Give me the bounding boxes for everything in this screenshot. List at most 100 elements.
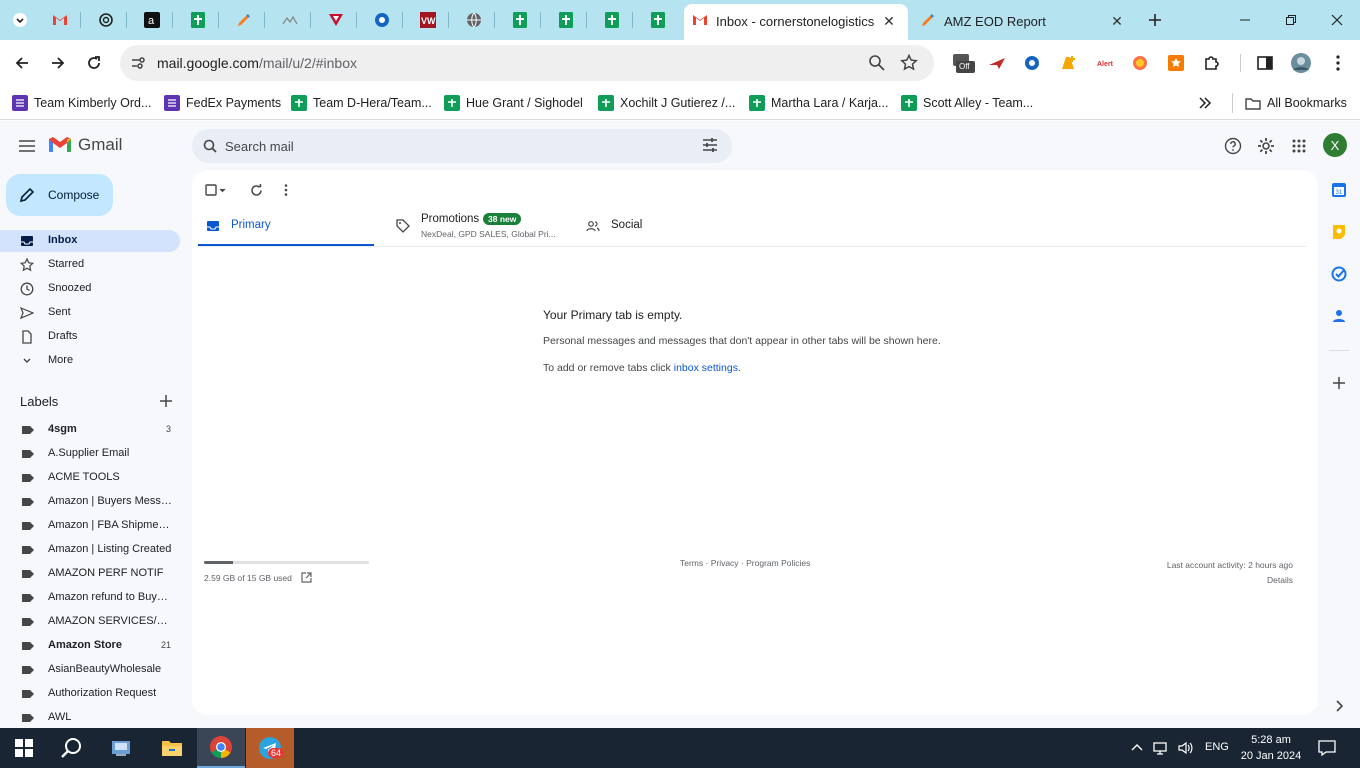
label-item[interactable]: AMAZON SERVICES/PAY... (0, 612, 180, 632)
label-item[interactable]: Amazon | FBA Shipments (0, 516, 180, 536)
nav-inbox[interactable]: Inbox (0, 230, 180, 252)
telegram-taskbar-icon[interactable]: 64 (246, 728, 294, 768)
windows-start-icon[interactable] (0, 728, 48, 768)
bookmark-item[interactable]: Team Kimberly Ord... (12, 93, 151, 113)
show-hidden-icons-chevron-icon[interactable] (1130, 740, 1144, 754)
minimize-window-icon[interactable] (1222, 0, 1268, 40)
network-icon[interactable] (1153, 740, 1169, 756)
extension-off-icon[interactable]: Off (952, 52, 976, 74)
nav-sent[interactable]: Sent (0, 302, 180, 324)
tab-sheets-icon[interactable] (646, 8, 670, 32)
tab-social[interactable]: Social (578, 207, 698, 247)
tab-promotions[interactable]: Promotions 38 new NexDeal, GPD SALES, Gl… (388, 207, 568, 247)
chrome-taskbar-icon[interactable] (197, 728, 245, 768)
keep-icon[interactable] (1330, 223, 1348, 241)
new-tab-plus-icon[interactable] (1143, 8, 1167, 32)
input-language-indicator[interactable]: ENG (1205, 741, 1229, 753)
gmail-logo[interactable]: Gmail (48, 135, 122, 155)
search-icon[interactable] (203, 139, 217, 153)
add-addon-plus-icon[interactable] (1330, 374, 1348, 392)
search-input[interactable]: Search mail (225, 139, 294, 154)
extension-alert-icon[interactable]: Alert (1093, 52, 1115, 74)
search-mail-bar[interactable]: Search mail (192, 129, 732, 163)
close-tab-icon[interactable]: ✕ (1108, 12, 1126, 30)
bookmark-star-icon[interactable] (900, 54, 918, 72)
add-label-plus-icon[interactable] (158, 393, 174, 409)
profile-avatar-icon[interactable] (1290, 52, 1312, 74)
select-checkbox[interactable] (204, 178, 228, 202)
volume-icon[interactable] (1177, 740, 1193, 756)
address-bar[interactable]: mail.google.com/mail/u/2/#inbox (120, 45, 934, 81)
extensions-puzzle-icon[interactable] (1201, 52, 1223, 74)
forward-arrow-icon[interactable] (45, 50, 71, 76)
label-item[interactable]: A.Supplier Email (0, 444, 180, 464)
tab-primary[interactable]: Primary (198, 207, 374, 247)
inbox-settings-link[interactable]: inbox settings (674, 362, 738, 374)
label-item[interactable]: 4sgm 3 (0, 420, 180, 440)
label-item[interactable]: Amazon refund to Buyers (0, 588, 180, 608)
notifications-icon[interactable] (1318, 739, 1336, 757)
active-tab-gmail[interactable]: Inbox - cornerstonelogisticsllc ✕ (684, 4, 908, 40)
all-bookmarks-folder[interactable]: All Bookmarks (1232, 93, 1347, 113)
search-options-icon[interactable] (702, 138, 718, 152)
side-panel-icon[interactable] (1254, 52, 1276, 74)
settings-gear-icon[interactable] (1254, 134, 1278, 158)
label-item[interactable]: ACME TOOLS (0, 468, 180, 488)
bookmark-item[interactable]: Scott Alley - Team... (901, 93, 1033, 113)
calendar-icon[interactable]: 31 (1330, 181, 1348, 199)
refresh-icon[interactable] (244, 178, 268, 202)
back-arrow-icon[interactable] (9, 50, 35, 76)
label-item[interactable]: Amazon | Buyers Messa... (0, 492, 180, 512)
label-item[interactable]: AMAZON PERF NOTIF (0, 564, 180, 584)
taskbar-search-icon[interactable] (48, 728, 96, 768)
nav-starred[interactable]: Starred (0, 254, 180, 276)
label-item[interactable]: Authorization Request (0, 684, 180, 704)
main-menu-icon[interactable] (14, 133, 40, 159)
bookmark-item[interactable]: Martha Lara / Karja... (749, 93, 888, 113)
file-explorer-icon[interactable] (148, 728, 196, 768)
nav-snoozed[interactable]: Snoozed (0, 278, 180, 300)
tab-triangle-icon[interactable] (324, 8, 348, 32)
tab-sheets-icon[interactable] (554, 8, 578, 32)
chrome-menu-icon[interactable] (1327, 52, 1349, 74)
restore-window-icon[interactable] (1268, 0, 1314, 40)
tab-sheets-icon[interactable] (600, 8, 624, 32)
tab-gmail-icon[interactable] (48, 8, 72, 32)
tab-amz-eod-report[interactable]: AMZ EOD Report ✕ (912, 4, 1136, 40)
account-avatar[interactable]: X (1323, 133, 1347, 157)
close-tab-icon[interactable]: ✕ (880, 12, 898, 30)
nav-drafts[interactable]: Drafts (0, 326, 180, 348)
close-window-icon[interactable] (1314, 0, 1360, 40)
nav-more[interactable]: More (0, 350, 180, 372)
expand-panel-chevron-icon[interactable] (1330, 697, 1348, 715)
extension-star-icon[interactable] (1165, 52, 1187, 74)
extension-scout-icon[interactable] (1057, 52, 1079, 74)
site-settings-icon[interactable] (130, 55, 146, 71)
tab-sheets-icon[interactable] (186, 8, 210, 32)
details-link[interactable]: Details (1167, 573, 1293, 588)
tab-amazon-icon[interactable]: a (140, 8, 164, 32)
tab-search-icon[interactable] (8, 8, 32, 32)
system-clock[interactable]: 5:28 am 20 Jan 2024 (1236, 732, 1306, 764)
task-view-icon[interactable] (98, 728, 146, 768)
bookmark-item[interactable]: Hue Grant / Sighodel (444, 93, 583, 113)
label-item[interactable]: Amazon | Listing Created (0, 540, 180, 560)
extension-plane-icon[interactable] (986, 52, 1008, 74)
tab-compass-icon[interactable] (370, 8, 394, 32)
contacts-icon[interactable] (1330, 307, 1348, 325)
tasks-icon[interactable] (1330, 265, 1348, 283)
tab-openai-icon[interactable] (94, 8, 118, 32)
tab-vw-icon[interactable]: VW (416, 8, 440, 32)
tab-pen-icon[interactable] (232, 8, 256, 32)
label-item[interactable]: AsianBeautyWholesale (0, 660, 180, 680)
google-apps-grid-icon[interactable] (1287, 134, 1311, 158)
zoom-search-icon[interactable] (868, 54, 885, 71)
more-options-icon[interactable] (274, 178, 298, 202)
more-bookmarks-chevron-icon[interactable] (1198, 93, 1212, 113)
bookmark-item[interactable]: Xochilt J Gutierez /... (598, 93, 735, 113)
bookmark-item[interactable]: FedEx Payments (164, 93, 281, 113)
tab-chart-icon[interactable] (278, 8, 302, 32)
reload-icon[interactable] (81, 50, 107, 76)
label-item[interactable]: Amazon Store 21 (0, 636, 180, 656)
compose-button[interactable]: Compose (6, 174, 113, 216)
